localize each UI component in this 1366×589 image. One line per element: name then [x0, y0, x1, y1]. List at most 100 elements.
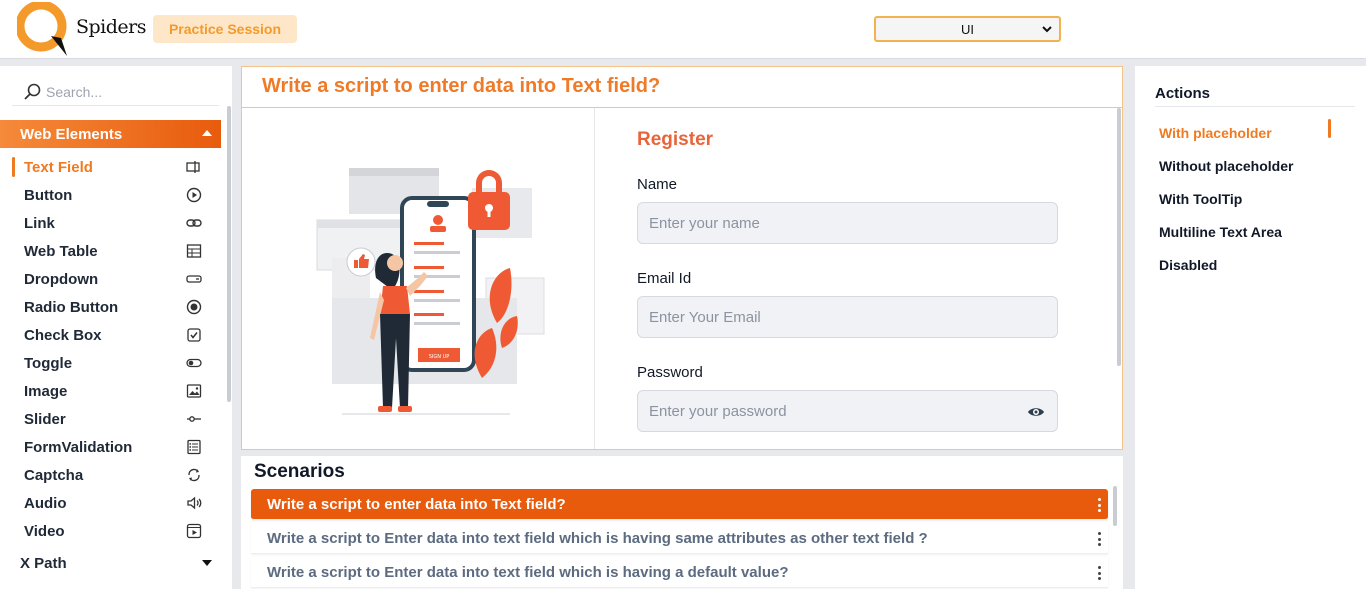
group-label: Web Elements [20, 125, 123, 143]
actions-divider [1155, 106, 1355, 107]
name-placeholder: Enter your name [649, 214, 760, 232]
email-placeholder: Enter Your Email [649, 308, 761, 326]
checkbox-icon [187, 328, 201, 342]
sidebar-item-audio[interactable]: Audio [0, 489, 221, 517]
scenario-label: Write a script to Enter data into text f… [267, 563, 789, 581]
sidebar-item-radio-button[interactable]: Radio Button [0, 293, 221, 321]
sidebar-item-label: Slider [24, 410, 66, 428]
sidebar-item-label: Radio Button [24, 298, 119, 316]
search-icon [24, 83, 41, 100]
page-title: Write a script to enter data into Text f… [262, 75, 661, 97]
register-form: Register Name Enter your name Email Id E… [596, 108, 1116, 449]
exercise-card: Write a script to enter data into Text f… [241, 66, 1123, 450]
video-icon [186, 523, 202, 539]
table-icon [186, 244, 202, 258]
scenario-label: Write a script to Enter data into text f… [267, 529, 928, 547]
sidebar-item-image[interactable]: Image [0, 377, 221, 405]
audio-icon [187, 496, 202, 510]
caret-down-icon [202, 560, 212, 566]
email-input[interactable]: Enter Your Email [637, 296, 1058, 338]
practice-session-button[interactable]: Practice Session [153, 15, 297, 43]
actions-title: Actions [1155, 85, 1211, 102]
main-scrollbar[interactable] [1117, 108, 1121, 366]
form-icon [187, 439, 201, 455]
sidebar-scrollbar[interactable] [227, 106, 231, 402]
sidebar-item-video[interactable]: Video [0, 517, 221, 545]
more-options-icon[interactable] [1098, 498, 1102, 512]
sidebar-item-button[interactable]: Button [0, 181, 221, 209]
register-illustration: SIGN UP [242, 108, 595, 449]
form-heading: Register [637, 129, 714, 150]
sidebar-item-label: FormValidation [24, 438, 133, 456]
play-circle-icon [186, 187, 202, 203]
sidebar-item-captcha[interactable]: Captcha [0, 461, 221, 489]
actions-list: With placeholder Without placeholder Wit… [1135, 116, 1366, 281]
sidebar-item-label: Check Box [24, 326, 102, 344]
xpath-group[interactable]: X Path [0, 549, 221, 577]
sidebar-item-label: Image [24, 382, 68, 400]
sidebar-item-toggle[interactable]: Toggle [0, 349, 221, 377]
sidebar-item-label: Audio [24, 494, 67, 512]
name-input[interactable]: Enter your name [637, 202, 1058, 244]
logo-text: Spiders [76, 16, 147, 38]
actions-panel: Actions With placeholder Without placeho… [1135, 66, 1366, 589]
sidebar-item-slider[interactable]: Slider [0, 405, 221, 433]
caret-up-icon [202, 130, 212, 136]
chevron-down-icon [1042, 26, 1052, 33]
image-icon [186, 384, 202, 398]
scenario-item[interactable]: Write a script to enter data into Text f… [251, 489, 1108, 520]
scenario-label: Write a script to enter data into Text f… [267, 495, 566, 513]
scenario-item[interactable]: Write a script to Enter data into text f… [251, 557, 1108, 588]
sidebar-item-label: Toggle [24, 354, 73, 372]
more-options-icon[interactable] [1098, 566, 1102, 580]
link-icon [186, 219, 202, 227]
left-sidebar: Search... Web Elements Text Field Button… [0, 66, 232, 589]
sidebar-nav: Text Field Button Link Web Table Dropdow… [0, 153, 221, 545]
eye-icon[interactable] [1027, 404, 1045, 420]
sidebar-item-formvalidation[interactable]: FormValidation [0, 433, 221, 461]
dropdown-icon [186, 275, 202, 283]
category-select[interactable]: UI [874, 16, 1061, 42]
sidebar-item-label: Video [24, 522, 65, 540]
text-field-icon [186, 161, 200, 173]
name-label: Name [637, 176, 678, 193]
password-placeholder: Enter your password [649, 402, 787, 420]
radio-icon [186, 299, 202, 315]
search-placeholder: Search... [46, 83, 103, 100]
action-multiline-text-area[interactable]: Multiline Text Area [1135, 215, 1366, 248]
sidebar-item-web-table[interactable]: Web Table [0, 237, 221, 265]
sidebar-item-label: Text Field [24, 158, 93, 176]
illustration-signup-text: SIGN UP [429, 354, 450, 360]
sidebar-item-check-box[interactable]: Check Box [0, 321, 221, 349]
action-with-placeholder[interactable]: With placeholder [1135, 116, 1366, 149]
scenarios-panel: Scenarios Write a script to enter data i… [241, 456, 1123, 589]
sidebar-item-text-field[interactable]: Text Field [0, 153, 221, 181]
action-without-placeholder[interactable]: Without placeholder [1135, 149, 1366, 182]
sidebar-item-label: Button [24, 186, 73, 204]
action-with-tooltip[interactable]: With ToolTip [1135, 182, 1366, 215]
toggle-icon [186, 358, 202, 368]
sidebar-item-label: Link [24, 214, 55, 232]
sidebar-item-label: Web Table [24, 242, 98, 260]
sidebar-search[interactable]: Search... [12, 78, 219, 106]
slider-icon [187, 416, 201, 422]
scenario-item[interactable]: Write a script to Enter data into text f… [251, 523, 1108, 554]
more-options-icon[interactable] [1098, 532, 1102, 546]
email-label: Email Id [637, 270, 692, 287]
action-disabled[interactable]: Disabled [1135, 248, 1366, 281]
sidebar-item-label: Captcha [24, 466, 84, 484]
sidebar-item-link[interactable]: Link [0, 209, 221, 237]
qspiders-logo[interactable]: Spiders [15, 0, 147, 58]
web-elements-group[interactable]: Web Elements [0, 120, 221, 148]
sidebar-item-label: Dropdown [24, 270, 99, 288]
sidebar-item-dropdown[interactable]: Dropdown [0, 265, 221, 293]
password-input[interactable]: Enter your password [637, 390, 1058, 432]
top-header: Spiders Practice Session UI [0, 0, 1366, 59]
captcha-icon [188, 468, 200, 482]
password-label: Password [637, 364, 703, 381]
xpath-label: X Path [20, 554, 67, 572]
category-select-value: UI [961, 21, 974, 37]
scenarios-title: Scenarios [254, 461, 345, 482]
scenarios-scrollbar[interactable] [1113, 486, 1117, 526]
scenarios-list: Write a script to enter data into Text f… [251, 489, 1108, 589]
